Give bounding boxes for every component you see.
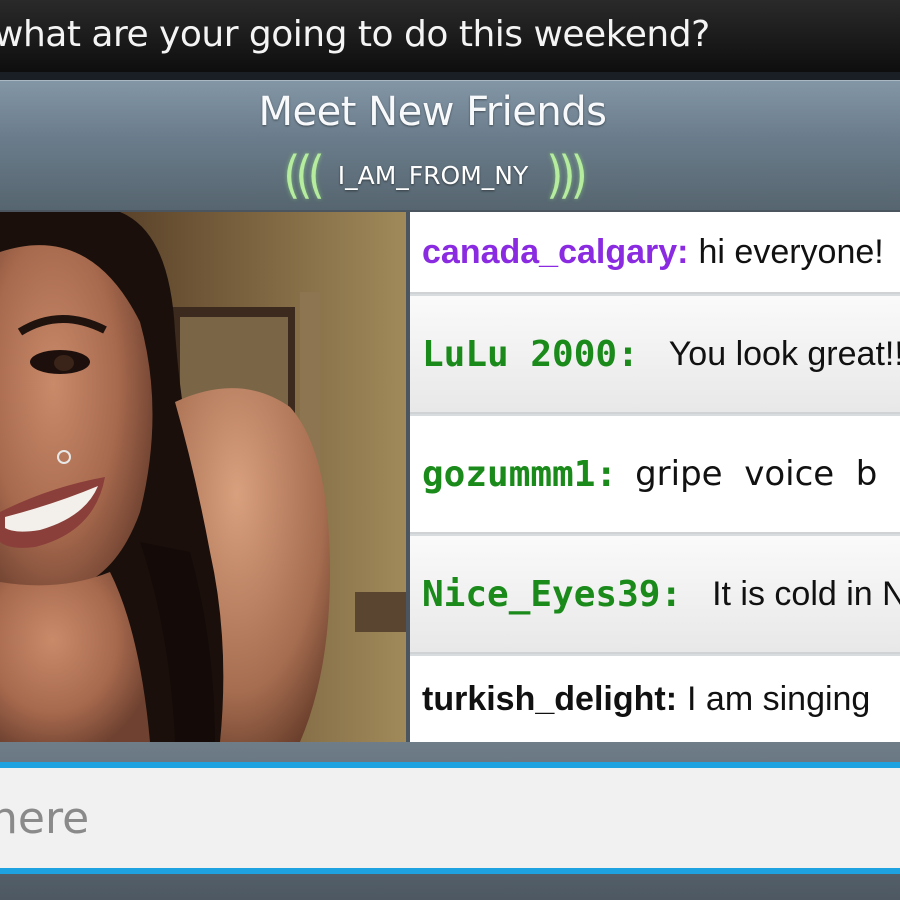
message-input[interactable] — [0, 768, 900, 868]
chat-text: gripe voice b — [635, 454, 878, 494]
divider — [0, 72, 900, 80]
room-indicator[interactable]: ((( I_AM_FROM_NY ))) — [248, 145, 618, 205]
ticker-text: what are your going to do this weekend? — [0, 14, 710, 55]
chat-message[interactable]: canada_calgary: hi everyone! — [410, 212, 900, 294]
page-title: Meet New Friends — [258, 89, 607, 135]
chat-username[interactable]: turkish_delight: — [422, 680, 677, 719]
signal-wave-left-icon: ((( — [283, 145, 324, 205]
chat-username[interactable]: LuLu 2000: — [422, 334, 639, 375]
chat-message[interactable]: turkish_delight: I am singing — [410, 656, 900, 742]
chat-message[interactable]: LuLu 2000: You look great!! — [410, 296, 900, 414]
signal-wave-right-icon: ))) — [546, 145, 587, 205]
chat-username[interactable]: gozummm1: — [422, 454, 617, 495]
chat-message[interactable]: Nice_Eyes39: It is cold in NY — [410, 536, 900, 654]
chat-text: It is cold in NY — [712, 574, 900, 613]
chat-message[interactable]: gozummm1: gripe voice b — [410, 416, 900, 534]
webcam-image — [0, 212, 406, 742]
message-input-container — [0, 762, 900, 874]
chat-text: I am singing — [687, 679, 871, 718]
status-ticker-bar: what are your going to do this weekend? — [0, 0, 900, 72]
chat-text: You look great!! — [668, 334, 900, 373]
chat-username[interactable]: Nice_Eyes39: — [422, 574, 682, 615]
chat-text: hi everyone! — [698, 232, 884, 271]
room-name: I_AM_FROM_NY — [337, 160, 529, 190]
chat-log[interactable]: canada_calgary: hi everyone! LuLu 2000: … — [410, 212, 900, 742]
video-feed[interactable] — [0, 212, 406, 742]
room-header: Meet New Friends ((( I_AM_FROM_NY ))) — [0, 80, 900, 210]
chat-username[interactable]: canada_calgary: — [422, 233, 689, 272]
